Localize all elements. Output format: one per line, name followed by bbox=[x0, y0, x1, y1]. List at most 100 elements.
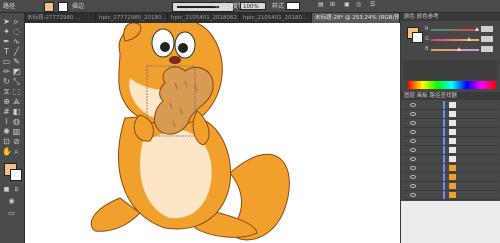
slider-green-value[interactable] bbox=[481, 36, 493, 42]
layer-row[interactable] bbox=[402, 173, 498, 182]
symbol-sprayer-tool-icon[interactable]: ✺ bbox=[2, 127, 11, 136]
layer-color-tag bbox=[443, 128, 445, 136]
layer-thumbnail bbox=[449, 102, 456, 108]
layer-row[interactable] bbox=[402, 164, 498, 173]
slider-blue-track[interactable] bbox=[431, 47, 479, 51]
layer-thumbnail bbox=[449, 138, 456, 144]
layer-thumbnail bbox=[449, 147, 456, 153]
layer-row[interactable] bbox=[402, 155, 498, 164]
visibility-eye-icon[interactable] bbox=[410, 157, 416, 161]
paintbrush-tool-icon[interactable]: ✎ bbox=[12, 57, 21, 66]
eyedropper-tool-icon[interactable]: ⌇ bbox=[2, 117, 11, 126]
hand-tool-icon[interactable]: ✋ bbox=[2, 147, 12, 156]
opacity-field[interactable]: 100% bbox=[240, 2, 266, 10]
layer-row[interactable] bbox=[402, 110, 498, 119]
layer-color-tag bbox=[443, 101, 445, 109]
color-spectrum-bar[interactable] bbox=[408, 81, 496, 89]
visibility-eye-icon[interactable] bbox=[410, 166, 416, 170]
slider-red-value[interactable] bbox=[481, 26, 493, 32]
color-hex-area bbox=[403, 60, 498, 80]
watermark-area bbox=[401, 201, 500, 243]
slider-blue-value[interactable] bbox=[481, 46, 493, 52]
slice-tool-icon[interactable]: ⊘ bbox=[12, 137, 21, 146]
lasso-tool-icon[interactable]: ◌ bbox=[12, 27, 21, 36]
screen-mode-icon[interactable]: ▭ bbox=[7, 209, 16, 218]
align-icon[interactable]: ▤ bbox=[318, 1, 324, 8]
magic-wand-tool-icon[interactable]: ✦ bbox=[2, 27, 11, 36]
visibility-eye-icon[interactable] bbox=[410, 175, 416, 179]
slider-blue[interactable]: B bbox=[425, 46, 495, 53]
direct-selection-tool-icon[interactable]: ▹ bbox=[12, 17, 21, 26]
perspective-tool-icon[interactable]: ⟁ bbox=[12, 97, 21, 106]
slider-red-track[interactable] bbox=[431, 27, 479, 31]
eraser-tool-icon[interactable]: ◩ bbox=[12, 67, 21, 76]
gradient-tool-icon[interactable]: ◧ bbox=[12, 107, 21, 116]
visibility-eye-icon[interactable] bbox=[410, 121, 416, 125]
stroke-swatch[interactable] bbox=[58, 2, 68, 12]
visibility-eye-icon[interactable] bbox=[410, 193, 416, 197]
transform-icon[interactable]: ⊞ bbox=[330, 1, 335, 8]
slider-green-track[interactable] bbox=[431, 37, 479, 41]
mesh-tool-icon[interactable]: # bbox=[2, 107, 11, 116]
curvature-tool-icon[interactable]: ∿ bbox=[12, 37, 21, 46]
rotate-tool-icon[interactable]: ↻ bbox=[2, 77, 11, 86]
layer-row[interactable] bbox=[402, 119, 498, 128]
tab-document-active[interactable]: 未标题-28* @ 253.24% (RGB/预览) bbox=[312, 13, 400, 23]
tab-document-3[interactable]: hpic_2105401_2018062... bbox=[168, 13, 240, 23]
artboard-tool-icon[interactable]: ⊡ bbox=[2, 137, 11, 146]
visibility-eye-icon[interactable] bbox=[410, 139, 416, 143]
fill-swatch[interactable] bbox=[44, 2, 54, 12]
color-mode-icon[interactable]: ■ bbox=[2, 185, 11, 194]
tab-document-1[interactable]: 未标题-27772980 ... bbox=[24, 13, 96, 23]
visibility-eye-icon[interactable] bbox=[410, 148, 416, 152]
layer-row[interactable] bbox=[402, 191, 498, 200]
pen-tool-icon[interactable]: ✒ bbox=[2, 37, 11, 46]
none-mode-icon[interactable]: ⧄ bbox=[12, 185, 21, 194]
zoom-tool-icon[interactable]: ⌕ bbox=[12, 147, 21, 156]
draw-mode-icon[interactable]: ◉ bbox=[7, 197, 16, 206]
style-picker[interactable] bbox=[286, 2, 300, 10]
free-transform-tool-icon[interactable]: ⬚ bbox=[12, 87, 21, 96]
slider-blue-label: B bbox=[425, 46, 429, 52]
isolate-icon[interactable]: ▣ bbox=[344, 1, 350, 8]
column-graph-tool-icon[interactable]: ▥ bbox=[12, 127, 21, 136]
stroke-preview bbox=[177, 6, 219, 8]
color-panel-stroke[interactable] bbox=[412, 32, 423, 43]
selection-tool-icon[interactable]: ➤ bbox=[2, 17, 11, 26]
scale-tool-icon[interactable]: ⤡ bbox=[12, 77, 21, 86]
type-tool-icon[interactable]: T bbox=[2, 47, 11, 56]
rectangle-tool-icon[interactable]: ▭ bbox=[2, 57, 11, 66]
stroke-color-box[interactable] bbox=[10, 169, 22, 181]
width-tool-icon[interactable]: ⧖ bbox=[2, 87, 11, 96]
opacity-label: 不透明度 bbox=[214, 3, 239, 10]
document-tabs: 未标题-27772980 ... hpic_27772980_20180... … bbox=[24, 13, 400, 23]
tab-document-2[interactable]: hpic_27772980_20180... bbox=[96, 13, 168, 23]
layer-row[interactable] bbox=[402, 101, 498, 110]
visibility-eye-icon[interactable] bbox=[410, 184, 416, 188]
layer-row[interactable] bbox=[402, 182, 498, 191]
visibility-eye-icon[interactable] bbox=[410, 103, 416, 107]
blend-tool-icon[interactable]: ◍ bbox=[12, 117, 21, 126]
tab-document-4[interactable]: hpic_2105401_20180... bbox=[240, 13, 312, 23]
layer-color-tag bbox=[443, 173, 445, 181]
visibility-eye-icon[interactable] bbox=[410, 112, 416, 116]
pencil-tool-icon[interactable]: ✏ bbox=[2, 67, 11, 76]
visibility-eye-icon[interactable] bbox=[410, 130, 416, 134]
menu-icon[interactable]: ☰ bbox=[370, 1, 375, 8]
layers-panel-header: 图层 画板 路径查找器 bbox=[401, 92, 500, 100]
line-tool-icon[interactable]: ╱ bbox=[12, 47, 21, 56]
layer-row[interactable] bbox=[402, 146, 498, 155]
artboard-canvas[interactable] bbox=[25, 23, 400, 243]
layer-color-tag bbox=[443, 110, 445, 118]
slider-blue-thumb[interactable] bbox=[457, 47, 461, 51]
shape-builder-tool-icon[interactable]: ⊕ bbox=[2, 97, 11, 106]
layer-color-tag bbox=[443, 164, 445, 172]
slider-green[interactable]: G bbox=[425, 36, 495, 43]
layer-row[interactable] bbox=[402, 137, 498, 146]
slider-red[interactable]: R bbox=[425, 26, 495, 33]
slider-green-thumb[interactable] bbox=[467, 37, 471, 41]
slider-red-thumb[interactable] bbox=[475, 27, 479, 31]
recolor-icon[interactable]: ◎ bbox=[356, 1, 361, 8]
layer-row[interactable] bbox=[402, 128, 498, 137]
tools-panel: ➤ ▹ ✦ ◌ ✒ ∿ T ╱ ▭ ✎ ✏ ◩ ↻ ⤡ ⧖ ⬚ ⊕ ⟁ # ◧ … bbox=[0, 13, 25, 243]
